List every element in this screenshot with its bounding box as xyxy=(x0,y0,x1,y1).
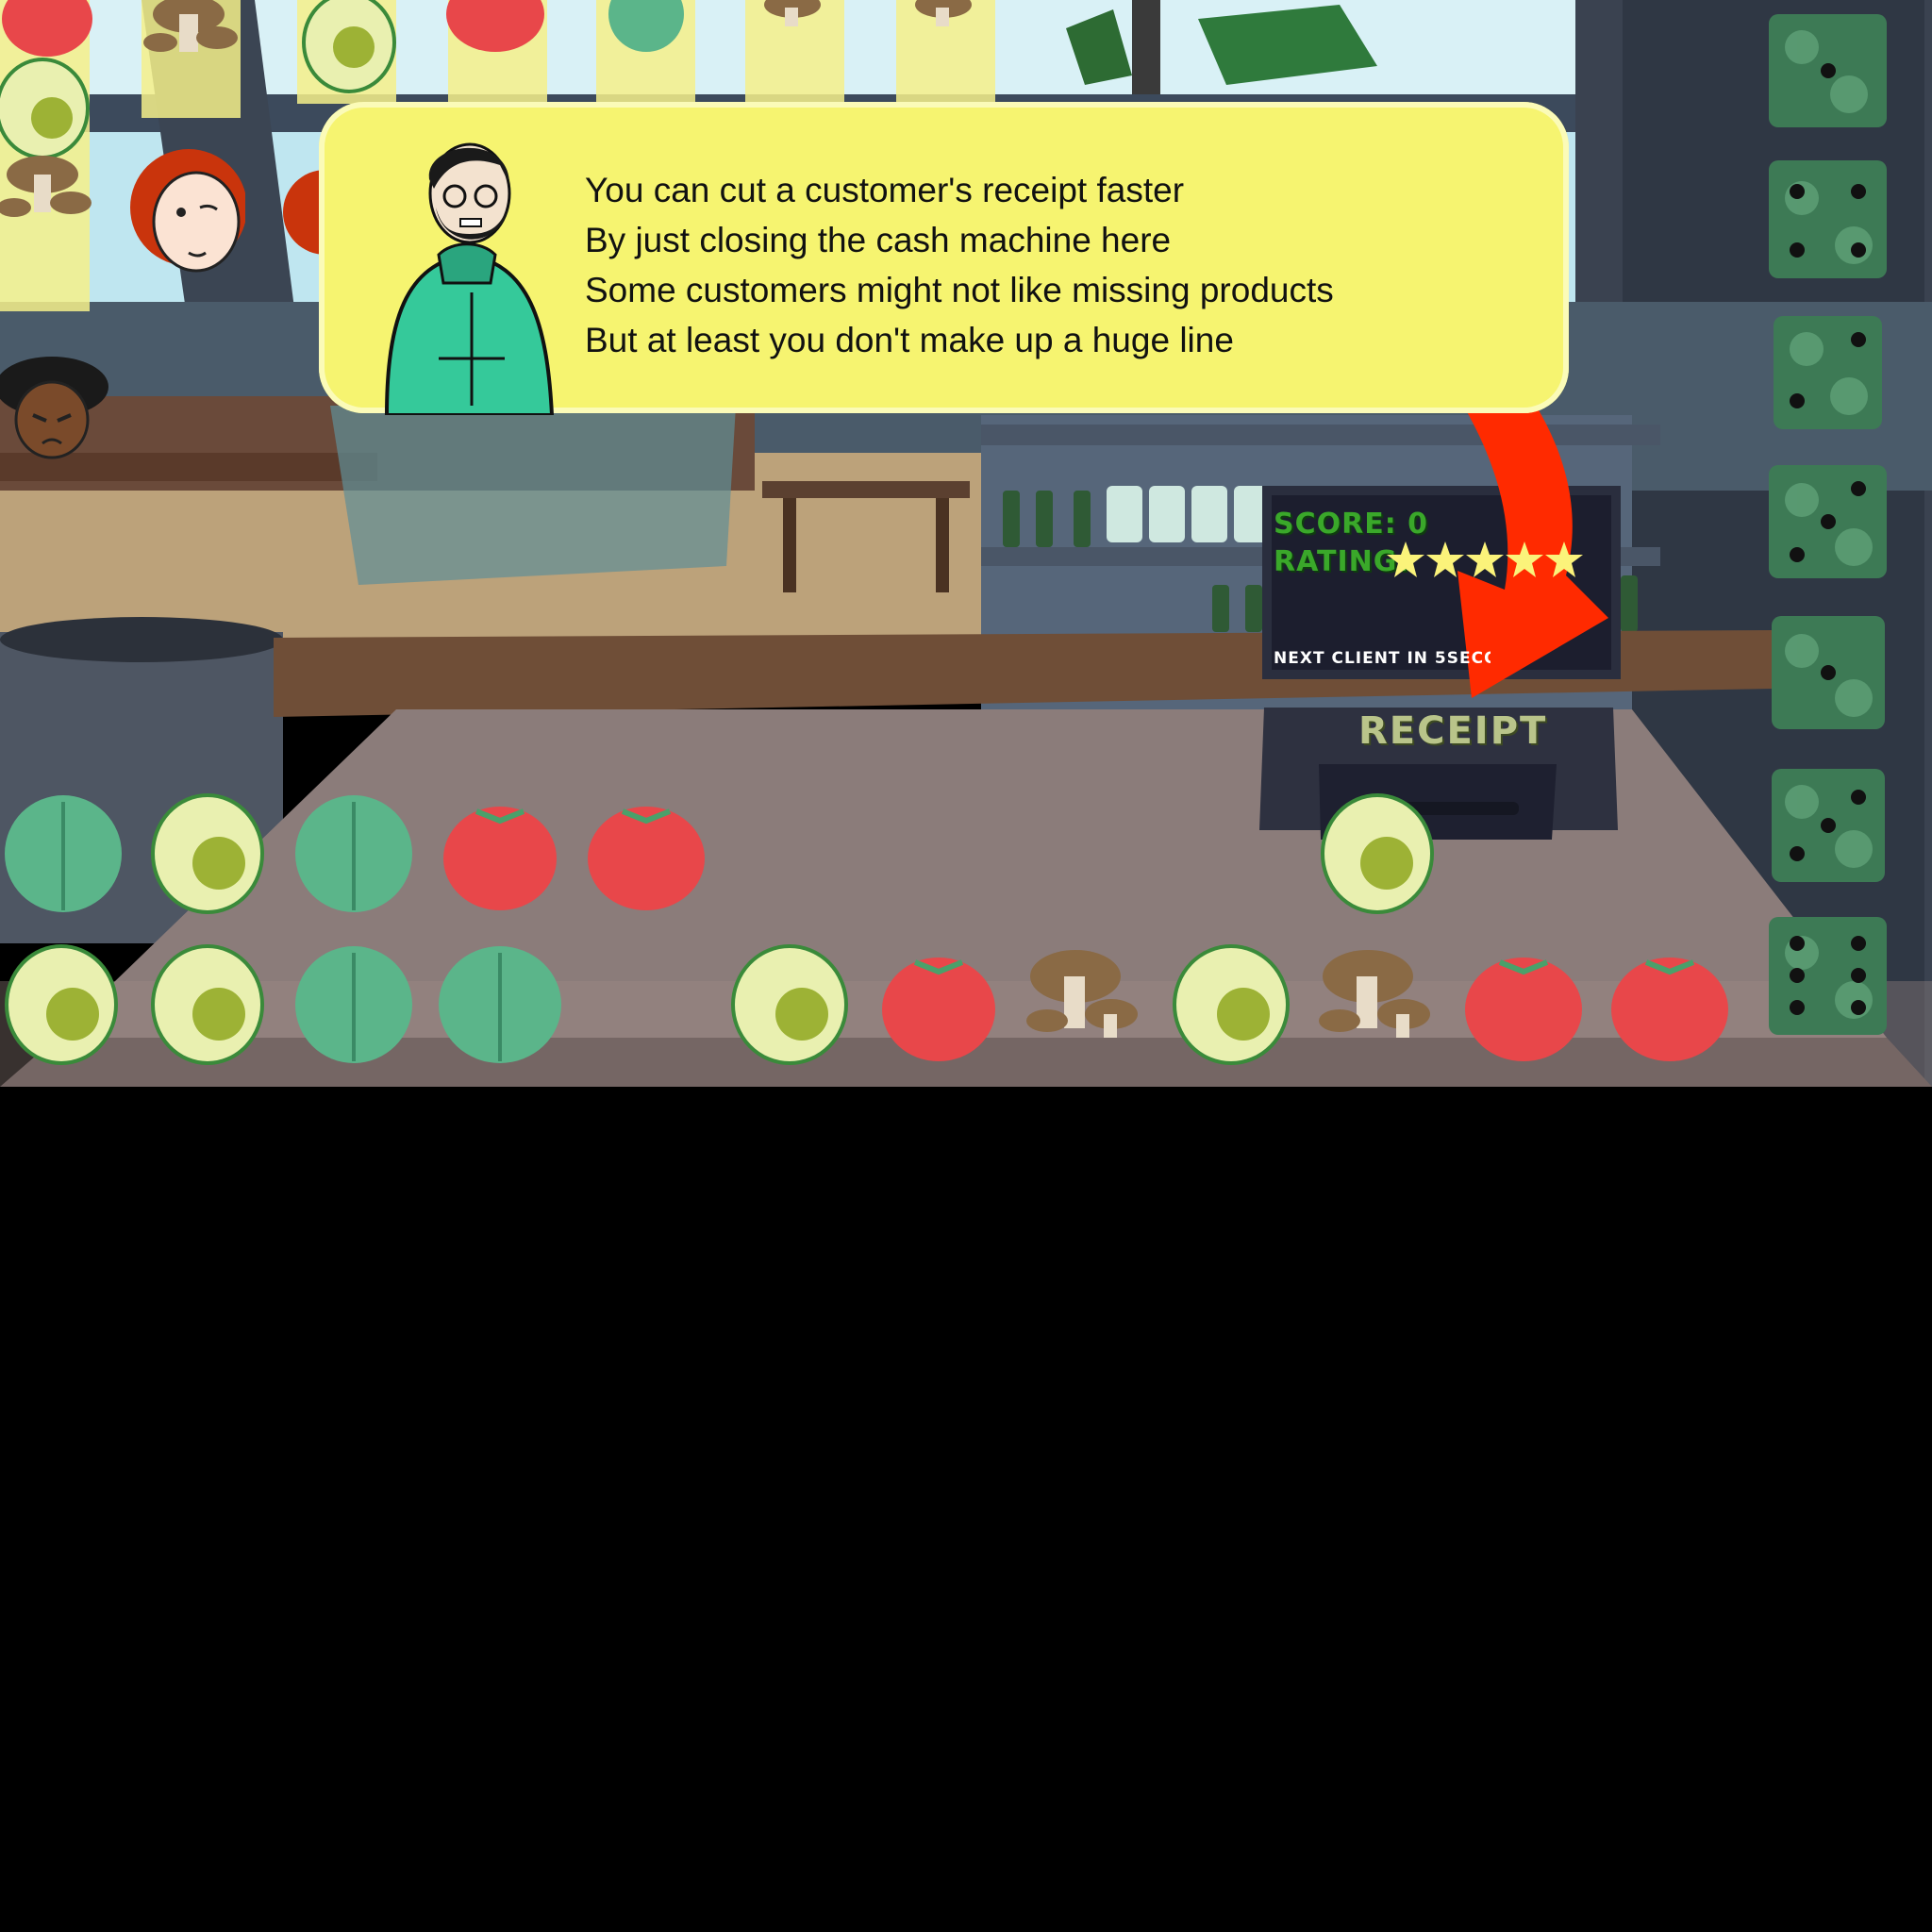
mushroom-icon xyxy=(0,156,92,217)
mushroom-icon xyxy=(1026,950,1138,1038)
dice-2 xyxy=(1774,316,1882,429)
tomato-icon xyxy=(1465,958,1582,1061)
customer-redhead[interactable] xyxy=(123,132,245,283)
score-label: SCORE: 0 xyxy=(1274,508,1429,541)
avocado-icon xyxy=(0,58,90,159)
tomato-icon xyxy=(2,0,92,57)
avocado-icon xyxy=(1321,793,1434,914)
lettuce-icon xyxy=(295,795,412,912)
mushroom-icon xyxy=(1319,950,1430,1038)
shopkeeper-avatar xyxy=(384,142,555,415)
counter-produce[interactable] xyxy=(0,774,1792,1087)
star-icon xyxy=(1506,541,1543,577)
dice-column[interactable] xyxy=(1764,9,1896,1047)
tomato-icon xyxy=(882,958,995,1061)
mushroom-icon xyxy=(915,0,972,26)
lettuce-icon xyxy=(608,0,684,52)
tomato-icon xyxy=(446,0,544,52)
avocado-icon xyxy=(5,944,118,1065)
customer-hat[interactable] xyxy=(0,344,113,467)
mushroom-icon xyxy=(764,0,821,26)
avocado-icon xyxy=(731,944,848,1065)
tutorial-line: You can cut a customer's receipt faster xyxy=(585,171,1185,209)
next-client-timer: NEXT CLIENT IN 5SECO xyxy=(1274,649,1491,668)
lettuce-icon xyxy=(5,795,122,912)
tutorial-line: By just closing the cash machine here xyxy=(585,221,1172,259)
game-scene: You can cut a customer's receipt faster … xyxy=(0,0,1932,1087)
avocado-icon xyxy=(1173,944,1290,1065)
tutorial-line: But at least you don't make up a huge li… xyxy=(585,321,1234,359)
mushroom-icon xyxy=(143,0,238,52)
avocado-icon xyxy=(151,944,264,1065)
avocado-icon xyxy=(302,0,396,93)
tomato-icon xyxy=(1611,958,1728,1061)
tomato-icon xyxy=(443,807,557,910)
lettuce-icon xyxy=(295,946,412,1063)
receipt-button[interactable]: RECEIPT xyxy=(1358,709,1545,766)
avocado-icon xyxy=(151,793,264,914)
tomato-icon xyxy=(588,807,705,910)
star-icon xyxy=(1466,541,1504,577)
dice-6 xyxy=(1769,917,1887,1035)
tutorial-line: Some customers might not like missing pr… xyxy=(585,271,1334,309)
star-icon xyxy=(1426,541,1464,577)
star-icon xyxy=(1387,541,1424,577)
lettuce-icon xyxy=(439,946,561,1063)
rating-stars xyxy=(1387,541,1583,577)
tutorial-text: You can cut a customer's receipt faster … xyxy=(585,165,1415,365)
star-icon xyxy=(1545,541,1583,577)
dice-4 xyxy=(1769,160,1887,278)
